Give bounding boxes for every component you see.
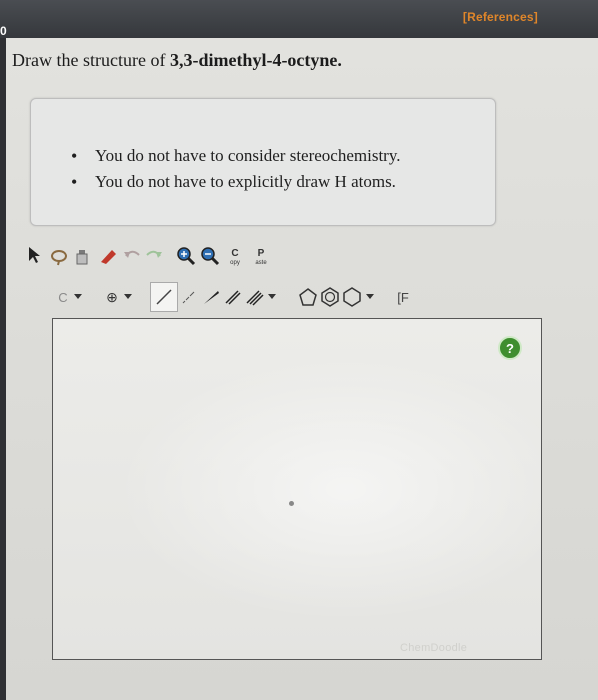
chevron-down-icon[interactable] bbox=[366, 294, 374, 300]
canvas-center-dot bbox=[289, 501, 294, 506]
drawing-toolbar: C ⊕ [F bbox=[52, 282, 540, 314]
cyclopentane-icon[interactable] bbox=[298, 287, 318, 307]
chevron-down-icon[interactable] bbox=[124, 294, 132, 300]
chemdoodle-watermark: ChemDoodle bbox=[400, 642, 468, 654]
single-bond-button[interactable] bbox=[150, 282, 178, 312]
redo-icon[interactable] bbox=[144, 246, 164, 266]
instruction-item: You do not have to consider stereochemis… bbox=[71, 143, 400, 169]
references-link[interactable]: [References] bbox=[463, 10, 538, 24]
clear-icon[interactable] bbox=[74, 248, 90, 266]
copy-sublabel: opy bbox=[230, 260, 240, 266]
copy-label: C bbox=[231, 248, 239, 259]
benzene-icon[interactable] bbox=[320, 287, 340, 307]
paste-sublabel: aste bbox=[255, 260, 267, 266]
help-button[interactable]: ? bbox=[498, 336, 522, 360]
cursor-arrow-icon[interactable] bbox=[28, 246, 42, 264]
question-number: 0 bbox=[0, 24, 7, 38]
hash-bond-icon[interactable] bbox=[180, 288, 198, 306]
copy-button[interactable]: C opy bbox=[224, 244, 246, 272]
zoom-out-icon[interactable] bbox=[200, 246, 220, 266]
double-bond-icon[interactable] bbox=[224, 288, 242, 306]
chevron-down-icon[interactable] bbox=[268, 294, 276, 300]
top-bar: [References] 0 bbox=[0, 0, 598, 38]
drawing-canvas[interactable] bbox=[52, 318, 542, 660]
element-label[interactable]: C bbox=[56, 288, 70, 306]
paste-button[interactable]: P aste bbox=[250, 244, 272, 272]
compound-name: 3,3-dimethyl-4-octyne. bbox=[169, 50, 342, 70]
cyclohexane-icon[interactable] bbox=[342, 287, 362, 307]
main-toolbar: C opy P aste bbox=[28, 240, 528, 278]
instructions-list: You do not have to consider stereochemis… bbox=[71, 143, 400, 195]
chevron-down-icon[interactable] bbox=[74, 294, 82, 300]
undo-icon[interactable] bbox=[122, 246, 142, 266]
question-prefix: Draw the structure of bbox=[12, 50, 170, 70]
template-button[interactable]: [F bbox=[392, 287, 414, 307]
lasso-icon[interactable] bbox=[50, 248, 68, 266]
paste-label: P bbox=[257, 248, 265, 259]
triple-bond-icon[interactable] bbox=[246, 288, 264, 306]
charge-button[interactable]: ⊕ bbox=[104, 287, 120, 307]
instructions-box: You do not have to consider stereochemis… bbox=[30, 98, 496, 226]
zoom-in-icon[interactable] bbox=[176, 246, 196, 266]
eraser-icon[interactable] bbox=[98, 246, 118, 266]
question-text: Draw the structure of 3,3-dimethyl-4-oct… bbox=[12, 50, 342, 71]
single-bond-icon bbox=[156, 289, 172, 305]
instruction-item: You do not have to explicitly draw H ato… bbox=[71, 169, 400, 195]
wedge-bond-icon[interactable] bbox=[202, 288, 220, 306]
